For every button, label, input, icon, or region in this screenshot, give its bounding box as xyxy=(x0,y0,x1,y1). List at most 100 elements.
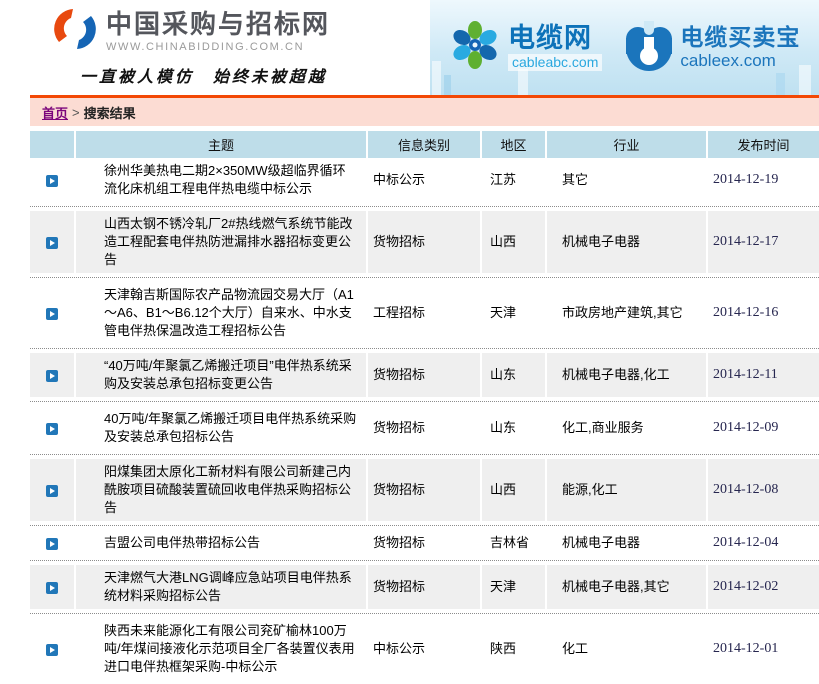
row-info-type-cell: 中标公示 xyxy=(367,158,481,202)
play-bullet-icon[interactable] xyxy=(46,485,58,497)
results-table: 主题 信息类别 地区 行业 发布时间 徐州华美热电二期2×350MW级超临界循环… xyxy=(30,131,819,684)
result-title-link[interactable]: 天津翰吉斯国际农产品物流园交易大厅（A1～A6、B1～B6.12个大厅）自来水、… xyxy=(104,287,354,338)
col-publish-date: 发布时间 xyxy=(707,131,819,158)
row-title-cell: 吉盟公司电伴热带招标公告 xyxy=(75,530,367,556)
row-industry-cell: 机械电子电器 xyxy=(546,530,707,556)
row-icon-cell xyxy=(30,618,75,680)
row-date-cell: 2014-12-11 xyxy=(707,353,819,397)
breadcrumb-home-link[interactable]: 首页 xyxy=(42,103,68,122)
result-title-link[interactable]: “40万吨/年聚氯乙烯搬迁项目”电伴热系统采购及安装总承包招标变更公告 xyxy=(104,358,352,391)
cableex-m-icon xyxy=(626,25,672,71)
table-row: 陕西未来能源化工有限公司兖矿榆林100万吨/年煤间接液化示范项目全厂各装置仪表用… xyxy=(30,618,819,680)
site-url: WWW.CHINABIDDING.COM.CN xyxy=(106,41,330,53)
row-industry-cell: 机械电子电器,化工 xyxy=(546,353,707,397)
row-industry-cell: 机械电子电器 xyxy=(546,211,707,273)
table-header-row: 主题 信息类别 地区 行业 发布时间 xyxy=(30,131,819,158)
row-info-type-cell: 货物招标 xyxy=(367,211,481,273)
table-row: 40万吨/年聚氯乙烯搬迁项目电伴热系统采购及安装总承包招标公告货物招标山东化工,… xyxy=(30,406,819,450)
result-title-link[interactable]: 山西太钢不锈冷轧厂2#热线燃气系统节能改造工程配套电伴热防泄漏排水器招标变更公告 xyxy=(104,216,352,267)
result-title-link[interactable]: 陕西未来能源化工有限公司兖矿榆林100万吨/年煤间接液化示范项目全厂各装置仪表用… xyxy=(104,623,355,674)
play-bullet-icon[interactable] xyxy=(46,423,58,435)
table-row: 吉盟公司电伴热带招标公告货物招标吉林省机械电子电器2014-12-04 xyxy=(30,530,819,556)
play-bullet-icon[interactable] xyxy=(46,644,58,656)
row-info-type-cell: 货物招标 xyxy=(367,565,481,609)
row-separator xyxy=(30,397,819,406)
partner-banner: 电缆网 cableabc.com 电缆买卖宝 cableex.com xyxy=(430,0,819,95)
row-info-type-cell: 工程招标 xyxy=(367,282,481,344)
page: 中国采购与招标网 WWW.CHINABIDDING.COM.CN 一直被人模仿 … xyxy=(0,0,819,684)
result-title-link[interactable]: 徐州华美热电二期2×350MW级超临界循环流化床机组工程电伴热电缆中标公示 xyxy=(104,163,346,196)
row-date-cell: 2014-12-02 xyxy=(707,565,819,609)
chinabidding-swirl-icon xyxy=(52,6,98,57)
breadcrumb-current: 搜索结果 xyxy=(84,103,136,122)
breadcrumb: 首页 > 搜索结果 xyxy=(30,98,819,126)
row-region-cell: 天津 xyxy=(481,282,546,344)
row-info-type-cell: 中标公示 xyxy=(367,618,481,680)
row-industry-cell: 其它 xyxy=(546,158,707,202)
cableex-name: 电缆买卖宝 xyxy=(680,25,800,49)
row-title-cell: “40万吨/年聚氯乙烯搬迁项目”电伴热系统采购及安装总承包招标变更公告 xyxy=(75,353,367,397)
col-region: 地区 xyxy=(481,131,546,158)
row-date-cell: 2014-12-16 xyxy=(707,282,819,344)
play-bullet-icon[interactable] xyxy=(46,175,58,187)
result-title-link[interactable]: 阳煤集团太原化工新材料有限公司新建己内酰胺项目硫酸装置硫回收电伴热采购招标公告 xyxy=(104,464,351,515)
row-separator xyxy=(30,680,819,684)
row-industry-cell: 化工 xyxy=(546,618,707,680)
row-region-cell: 江苏 xyxy=(481,158,546,202)
row-date-cell: 2014-12-01 xyxy=(707,618,819,680)
row-icon-cell xyxy=(30,158,75,202)
row-title-cell: 40万吨/年聚氯乙烯搬迁项目电伴热系统采购及安装总承包招标公告 xyxy=(75,406,367,450)
row-region-cell: 山东 xyxy=(481,406,546,450)
row-icon-cell xyxy=(30,459,75,521)
row-separator xyxy=(30,556,819,565)
row-info-type-cell: 货物招标 xyxy=(367,530,481,556)
row-region-cell: 天津 xyxy=(481,565,546,609)
play-bullet-icon[interactable] xyxy=(46,237,58,249)
breadcrumb-separator: > xyxy=(72,105,80,120)
row-date-cell: 2014-12-17 xyxy=(707,211,819,273)
play-bullet-icon[interactable] xyxy=(46,308,58,320)
row-separator xyxy=(30,521,819,530)
row-industry-cell: 机械电子电器,其它 xyxy=(546,565,707,609)
row-region-cell: 山西 xyxy=(481,211,546,273)
row-title-cell: 阳煤集团太原化工新材料有限公司新建己内酰胺项目硫酸装置硫回收电伴热采购招标公告 xyxy=(75,459,367,521)
table-row: 山西太钢不锈冷轧厂2#热线燃气系统节能改造工程配套电伴热防泄漏排水器招标变更公告… xyxy=(30,211,819,273)
row-icon-cell xyxy=(30,353,75,397)
banner-decoration xyxy=(776,73,785,95)
play-bullet-icon[interactable] xyxy=(46,370,58,382)
row-separator xyxy=(30,609,819,618)
cableex-domain: cableex.com xyxy=(680,52,800,70)
row-date-cell: 2014-12-08 xyxy=(707,459,819,521)
row-industry-cell: 化工,商业服务 xyxy=(546,406,707,450)
cableex-logo[interactable]: 电缆买卖宝 cableex.com xyxy=(626,25,800,71)
chinabidding-logo[interactable]: 中国采购与招标网 WWW.CHINABIDDING.COM.CN 一直被人模仿 … xyxy=(52,6,330,87)
table-row: 天津燃气大港LNG调峰应急站项目电伴热系统材料采购招标公告货物招标天津机械电子电… xyxy=(30,565,819,609)
table-row: 天津翰吉斯国际农产品物流园交易大厅（A1～A6、B1～B6.12个大厅）自来水、… xyxy=(30,282,819,344)
col-icon xyxy=(30,131,75,158)
row-date-cell: 2014-12-19 xyxy=(707,158,819,202)
row-info-type-cell: 货物招标 xyxy=(367,459,481,521)
site-tagline: 一直被人模仿 始终未被超越 xyxy=(80,63,330,87)
row-date-cell: 2014-12-09 xyxy=(707,406,819,450)
result-title-link[interactable]: 40万吨/年聚氯乙烯搬迁项目电伴热系统采购及安装总承包招标公告 xyxy=(104,411,356,444)
table-row: 阳煤集团太原化工新材料有限公司新建己内酰胺项目硫酸装置硫回收电伴热采购招标公告货… xyxy=(30,459,819,521)
row-icon-cell xyxy=(30,406,75,450)
play-bullet-icon[interactable] xyxy=(46,582,58,594)
search-results: 主题 信息类别 地区 行业 发布时间 徐州华美热电二期2×350MW级超临界循环… xyxy=(30,131,819,684)
row-icon-cell xyxy=(30,530,75,556)
col-info-type: 信息类别 xyxy=(367,131,481,158)
row-separator xyxy=(30,202,819,211)
banner-decoration xyxy=(799,65,811,95)
result-title-link[interactable]: 天津燃气大港LNG调峰应急站项目电伴热系统材料采购招标公告 xyxy=(104,570,352,603)
flower-icon xyxy=(450,20,500,75)
row-industry-cell: 市政房地产建筑,其它 xyxy=(546,282,707,344)
result-title-link[interactable]: 吉盟公司电伴热带招标公告 xyxy=(104,535,260,550)
row-separator xyxy=(30,273,819,282)
row-title-cell: 天津翰吉斯国际农产品物流园交易大厅（A1～A6、B1～B6.12个大厅）自来水、… xyxy=(75,282,367,344)
row-region-cell: 吉林省 xyxy=(481,530,546,556)
site-title: 中国采购与招标网 xyxy=(106,10,330,39)
col-industry: 行业 xyxy=(546,131,707,158)
cableabc-name: 电缆网 xyxy=(508,24,602,52)
cableabc-logo[interactable]: 电缆网 cableabc.com xyxy=(450,20,602,75)
play-bullet-icon[interactable] xyxy=(46,538,58,550)
